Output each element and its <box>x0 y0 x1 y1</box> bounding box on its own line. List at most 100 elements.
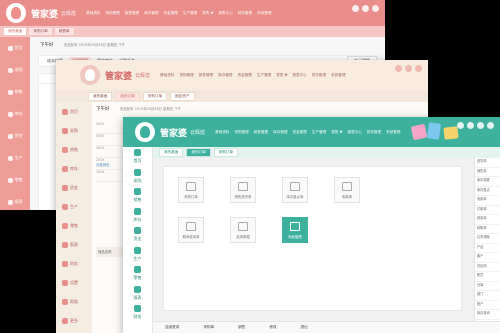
settings-icon[interactable] <box>415 65 422 72</box>
nav-item[interactable]: 系统管理 <box>331 73 345 78</box>
tab-sales[interactable]: 销售单 <box>54 28 74 35</box>
tab-my-orders[interactable]: 我的订单 <box>115 91 140 101</box>
nav-item[interactable]: 库存管理 <box>218 73 232 78</box>
nav-item[interactable]: 生产管理 <box>312 130 326 135</box>
right-list-item[interactable]: 产品 <box>475 244 500 253</box>
sidebar-item[interactable]: 报表 <box>123 284 152 304</box>
settings-icon[interactable] <box>372 5 379 12</box>
sidebar-item[interactable]: 销售 <box>56 140 92 159</box>
sidebar-item[interactable]: 采购 <box>0 59 30 81</box>
sidebar-item[interactable]: 资金 <box>123 225 152 245</box>
right-list-item[interactable]: 客户 <box>475 253 500 263</box>
nav-item[interactable]: 库存管理 <box>144 11 158 16</box>
help-icon[interactable] <box>352 5 359 12</box>
sidebar-item[interactable]: 报表 <box>0 191 30 210</box>
sidebar-item[interactable]: 库存 <box>0 103 30 125</box>
nav-item[interactable]: 零售 ▼ <box>276 73 287 78</box>
nav-item[interactable]: 基础资料 <box>160 73 174 78</box>
tab-desktop[interactable]: 我的桌面 <box>4 28 27 35</box>
right-list-item[interactable]: 仓库 <box>475 282 500 291</box>
user-icon[interactable] <box>467 122 474 129</box>
sidebar-item[interactable]: 销售 <box>0 81 30 103</box>
right-list-item[interactable]: 销售单 <box>475 168 500 177</box>
right-list-item[interactable]: 库存调拨 <box>475 177 500 187</box>
nav-item[interactable]: 财务管理 <box>238 11 252 16</box>
sidebar-item[interactable]: 财务 <box>123 303 152 323</box>
tab-desktop[interactable]: 我的桌面 <box>88 91 113 101</box>
sidebar-item[interactable]: 生产 <box>56 197 92 216</box>
sidebar-item[interactable]: 报表 <box>56 235 92 254</box>
sidebar-item[interactable]: 财务 <box>56 254 92 273</box>
sidebar-item[interactable]: 零售 <box>0 169 30 191</box>
right-list-item[interactable]: 供应商 <box>475 263 500 272</box>
sidebar-item[interactable]: 更多 <box>56 311 92 330</box>
sidebar-item[interactable]: 采购 <box>56 121 92 140</box>
sidebar-item[interactable]: 生产 <box>0 147 30 169</box>
right-list-item[interactable]: 进货单 <box>475 158 500 168</box>
tab-fixed-assets[interactable]: 固定资产 <box>170 91 195 101</box>
sidebar-item[interactable]: 零售 <box>123 264 152 284</box>
right-list-item[interactable]: 往来调账 <box>475 234 500 244</box>
sidebar-item[interactable]: 资金 <box>56 178 92 197</box>
settings-icon[interactable] <box>477 122 484 129</box>
right-list-item[interactable]: 转账单 <box>475 225 500 234</box>
nav-item[interactable]: 销售管理 <box>125 11 139 16</box>
nav-item[interactable]: 系统管理 <box>257 11 271 16</box>
sidebar-item[interactable]: 销售 <box>123 186 152 206</box>
nav-item[interactable]: 销售管理 <box>199 73 213 78</box>
help-icon[interactable] <box>395 65 402 72</box>
nav-item[interactable]: 采购管理 <box>234 130 248 135</box>
status-item[interactable]: 退出 <box>301 325 308 330</box>
status-item[interactable]: 销售 <box>238 325 245 330</box>
nav-item[interactable]: 基础资料 <box>215 130 229 135</box>
help-icon[interactable] <box>457 122 464 129</box>
right-list-item[interactable]: 职员 <box>475 272 500 282</box>
nav-item[interactable]: 报表中心 <box>218 11 232 16</box>
nav-item[interactable]: 销售管理 <box>254 130 268 135</box>
right-list-item[interactable]: 收款单 <box>475 196 500 206</box>
tab-my-orders[interactable]: 我的订单 <box>186 148 211 157</box>
nav-item[interactable]: 零售 ▼ <box>202 11 213 16</box>
shortcut-tile[interactable]: 采购订单 <box>178 177 204 203</box>
nav-item[interactable]: 基础资料 <box>86 11 100 16</box>
shortcut-tile[interactable]: 销售退货单 <box>230 177 256 203</box>
nav-item[interactable]: 零售 ▼ <box>331 130 342 135</box>
right-list-item[interactable]: 付款单 <box>475 206 500 215</box>
nav-item[interactable]: 财务管理 <box>312 73 326 78</box>
nav-item[interactable]: 采购管理 <box>179 73 193 78</box>
status-item[interactable]: 修改 <box>269 325 276 330</box>
nav-item[interactable]: 报表中心 <box>292 73 306 78</box>
right-list-item[interactable]: 费用单 <box>475 215 500 225</box>
sidebar-item[interactable]: 首页 <box>0 37 30 59</box>
sidebar-item[interactable]: 首页 <box>56 102 92 121</box>
shortcut-tile[interactable]: 费用单据 <box>230 217 256 243</box>
right-list-item[interactable]: 库存盘点 <box>475 187 500 196</box>
shortcut-tile[interactable]: 期间费用单 <box>178 217 204 243</box>
right-list-item[interactable]: 账户 <box>475 301 500 310</box>
sidebar-item[interactable]: 库存 <box>56 159 92 178</box>
tab-desktop[interactable]: 我的桌面 <box>159 148 184 157</box>
status-item[interactable]: 连续登录 <box>165 325 179 330</box>
nav-item[interactable]: 生产管理 <box>257 73 271 78</box>
nav-item[interactable]: 报表中心 <box>347 130 361 135</box>
nav-item[interactable]: 生产管理 <box>183 11 197 16</box>
sidebar-item[interactable]: 零售 <box>56 216 92 235</box>
nav-item[interactable]: 库存管理 <box>273 130 287 135</box>
nav-item[interactable]: 系统管理 <box>386 130 400 135</box>
tab-purchase-order[interactable]: 采购订单 <box>29 28 52 35</box>
sidebar-item[interactable]: 设置 <box>56 273 92 292</box>
status-item[interactable]: 采购单 <box>203 325 214 330</box>
tab-purchase-order[interactable]: 采购订单 <box>213 148 239 157</box>
shortcut-tile-highlighted[interactable]: 商品管理 <box>282 217 308 243</box>
sidebar-item[interactable]: 资金 <box>0 125 30 147</box>
user-icon[interactable] <box>405 65 412 72</box>
shortcut-tile[interactable]: 库存盘点单 <box>282 177 308 203</box>
sidebar-item[interactable]: 生产 <box>123 245 152 265</box>
nav-item[interactable]: 资金管理 <box>164 11 178 16</box>
sidebar-item[interactable]: 采购 <box>123 167 152 187</box>
sidebar-item[interactable]: 首页 <box>123 147 152 167</box>
nav-item[interactable]: 资金管理 <box>238 73 252 78</box>
sidebar-item[interactable]: 帮助 <box>56 292 92 311</box>
nav-item[interactable]: 采购管理 <box>105 11 119 16</box>
user-icon[interactable] <box>362 5 369 12</box>
